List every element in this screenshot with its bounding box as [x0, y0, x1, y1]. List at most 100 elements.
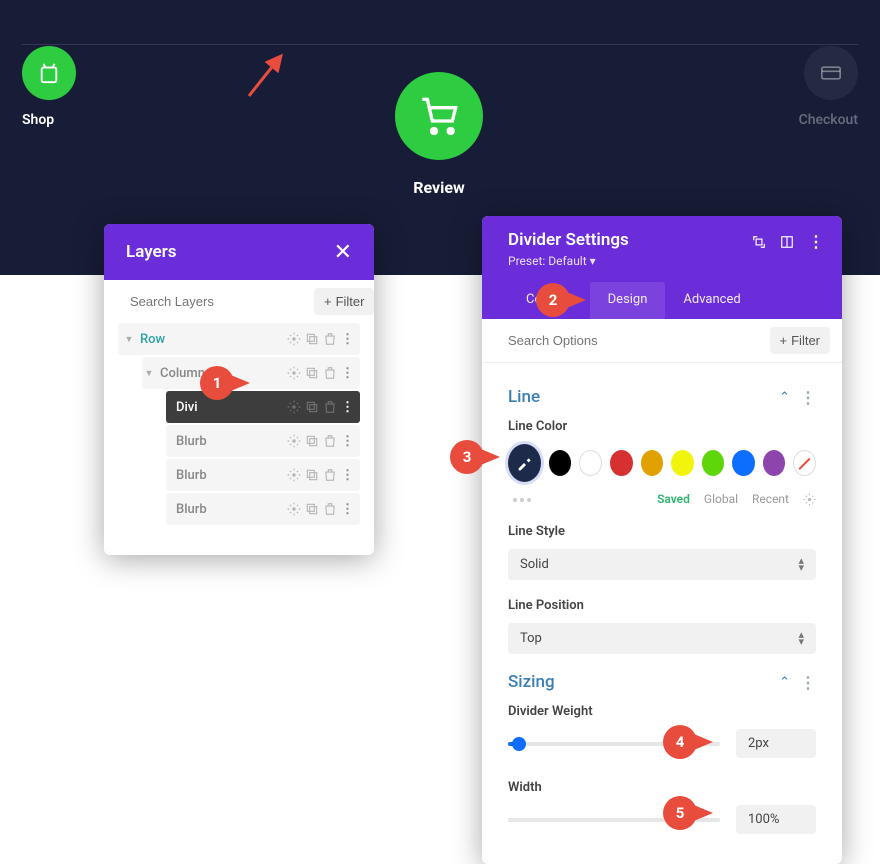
checkout-icon[interactable] — [804, 46, 858, 100]
width-slider: 100% — [508, 805, 816, 834]
trash-icon[interactable] — [323, 468, 337, 482]
settings-search-input[interactable] — [508, 333, 762, 348]
color-swatch-none[interactable] — [793, 450, 816, 476]
gear-icon[interactable] — [287, 502, 301, 516]
select-arrows-icon: ▴▾ — [798, 558, 804, 571]
trash-icon[interactable] — [323, 434, 337, 448]
layer-label: Blurb — [166, 502, 287, 517]
divider-weight-slider: 2px — [508, 729, 816, 758]
layers-search-input[interactable] — [130, 294, 306, 309]
layers-filter-button[interactable]: +Filter — [314, 288, 374, 315]
settings-filter-button[interactable]: +Filter — [770, 327, 830, 354]
divider-weight-value[interactable]: 2px — [736, 729, 816, 758]
callout-3: 3 — [450, 440, 500, 474]
tab-design[interactable]: Design — [590, 282, 666, 319]
duplicate-icon[interactable] — [305, 332, 319, 346]
chevron-up-icon[interactable]: ⌃ — [779, 675, 790, 690]
layer-row[interactable]: ▼ Row ⋮ — [118, 323, 360, 355]
chevron-down-icon: ▾ — [590, 254, 596, 268]
review-step[interactable]: Review — [395, 72, 483, 197]
callout-badge: 2 — [536, 283, 570, 317]
shop-icon[interactable] — [22, 46, 76, 100]
color-swatch[interactable] — [610, 450, 633, 476]
line-style-label: Line Style — [508, 524, 816, 539]
expand-icon[interactable] — [752, 235, 766, 249]
color-tab-saved[interactable]: Saved — [657, 492, 690, 506]
layer-column[interactable]: ▼ Column ⋮ — [142, 357, 360, 389]
layers-header: Layers ✕ — [104, 224, 374, 280]
callout-badge: 3 — [450, 440, 484, 474]
color-swatch[interactable] — [579, 450, 602, 476]
chevron-down-icon[interactable]: ▼ — [142, 368, 156, 379]
callout-4: 4 — [663, 725, 713, 759]
duplicate-icon[interactable] — [305, 434, 319, 448]
width-value[interactable]: 100% — [736, 805, 816, 834]
shop-step[interactable]: Shop — [22, 46, 76, 128]
duplicate-icon[interactable] — [305, 366, 319, 380]
color-swatch[interactable] — [549, 450, 572, 476]
line-color-label: Line Color — [508, 419, 816, 434]
callout-badge: 4 — [663, 725, 697, 759]
more-icon[interactable]: ⋮ — [341, 468, 354, 483]
trash-icon[interactable] — [323, 332, 337, 346]
trash-icon[interactable] — [323, 366, 337, 380]
gear-icon[interactable] — [287, 400, 301, 414]
layer-label: Blurb — [166, 434, 287, 449]
duplicate-icon[interactable] — [305, 502, 319, 516]
more-icon[interactable]: ⋮ — [341, 332, 354, 347]
layer-blurb[interactable]: Blurb ⋮ — [166, 493, 360, 525]
duplicate-icon[interactable] — [305, 468, 319, 482]
layer-divider[interactable]: Divi ⋮ — [166, 391, 360, 423]
layer-label: Row — [136, 332, 287, 347]
callout-5: 5 — [663, 796, 713, 830]
more-icon[interactable]: ⋮ — [808, 232, 824, 251]
more-icon[interactable]: ⋮ — [341, 502, 354, 517]
checkout-step[interactable]: Checkout — [799, 46, 858, 128]
settings-body: Line ⌃ ⋮ Line Color Saved Glo — [482, 363, 842, 864]
slider-thumb[interactable] — [512, 737, 526, 751]
section-title: Line — [508, 387, 540, 407]
width-label: Width — [508, 780, 816, 795]
gear-icon[interactable] — [287, 468, 301, 482]
trash-icon[interactable] — [323, 400, 337, 414]
header-divider-line — [22, 44, 858, 45]
color-tabs: Saved Global Recent — [657, 492, 816, 506]
layers-tree: ▼ Row ⋮ ▼ Column ⋮ Divi — [104, 323, 374, 555]
review-icon[interactable] — [395, 72, 483, 160]
gear-icon[interactable] — [803, 493, 816, 506]
color-swatch[interactable] — [671, 450, 694, 476]
duplicate-icon[interactable] — [305, 400, 319, 414]
chevron-up-icon[interactable]: ⌃ — [779, 390, 790, 405]
chevron-down-icon[interactable]: ▼ — [122, 334, 136, 345]
color-swatch-selected[interactable] — [508, 444, 541, 482]
more-icon[interactable]: ⋮ — [341, 434, 354, 449]
gear-icon[interactable] — [287, 332, 301, 346]
color-swatch[interactable] — [732, 450, 755, 476]
more-icon[interactable]: ⋮ — [341, 366, 354, 381]
color-swatches — [508, 444, 816, 482]
gear-icon[interactable] — [287, 434, 301, 448]
layout-icon[interactable] — [780, 235, 794, 249]
annotation-arrow — [245, 50, 287, 100]
section-line-header[interactable]: Line ⌃ ⋮ — [508, 387, 816, 407]
more-icon[interactable]: ⋮ — [800, 388, 816, 407]
section-title: Sizing — [508, 672, 555, 692]
gear-icon[interactable] — [287, 366, 301, 380]
color-tab-global[interactable]: Global — [704, 492, 738, 506]
close-icon[interactable]: ✕ — [334, 240, 352, 265]
color-tab-recent[interactable]: Recent — [752, 492, 789, 506]
layer-blurb[interactable]: Blurb ⋮ — [166, 425, 360, 457]
line-position-select[interactable]: Top ▴▾ — [508, 623, 816, 654]
more-icon[interactable]: ⋮ — [800, 673, 816, 692]
layer-blurb[interactable]: Blurb ⋮ — [166, 459, 360, 491]
section-sizing-header[interactable]: Sizing ⌃ ⋮ — [508, 672, 816, 692]
tab-advanced[interactable]: Advanced — [665, 282, 758, 319]
settings-preset[interactable]: Preset: Default ▾ — [508, 254, 629, 268]
color-swatch[interactable] — [641, 450, 664, 476]
color-swatch[interactable] — [763, 450, 786, 476]
line-style-select[interactable]: Solid ▴▾ — [508, 549, 816, 580]
trash-icon[interactable] — [323, 502, 337, 516]
color-swatch[interactable] — [702, 450, 725, 476]
more-colors-icon[interactable] — [513, 498, 531, 502]
more-icon[interactable]: ⋮ — [341, 400, 354, 415]
